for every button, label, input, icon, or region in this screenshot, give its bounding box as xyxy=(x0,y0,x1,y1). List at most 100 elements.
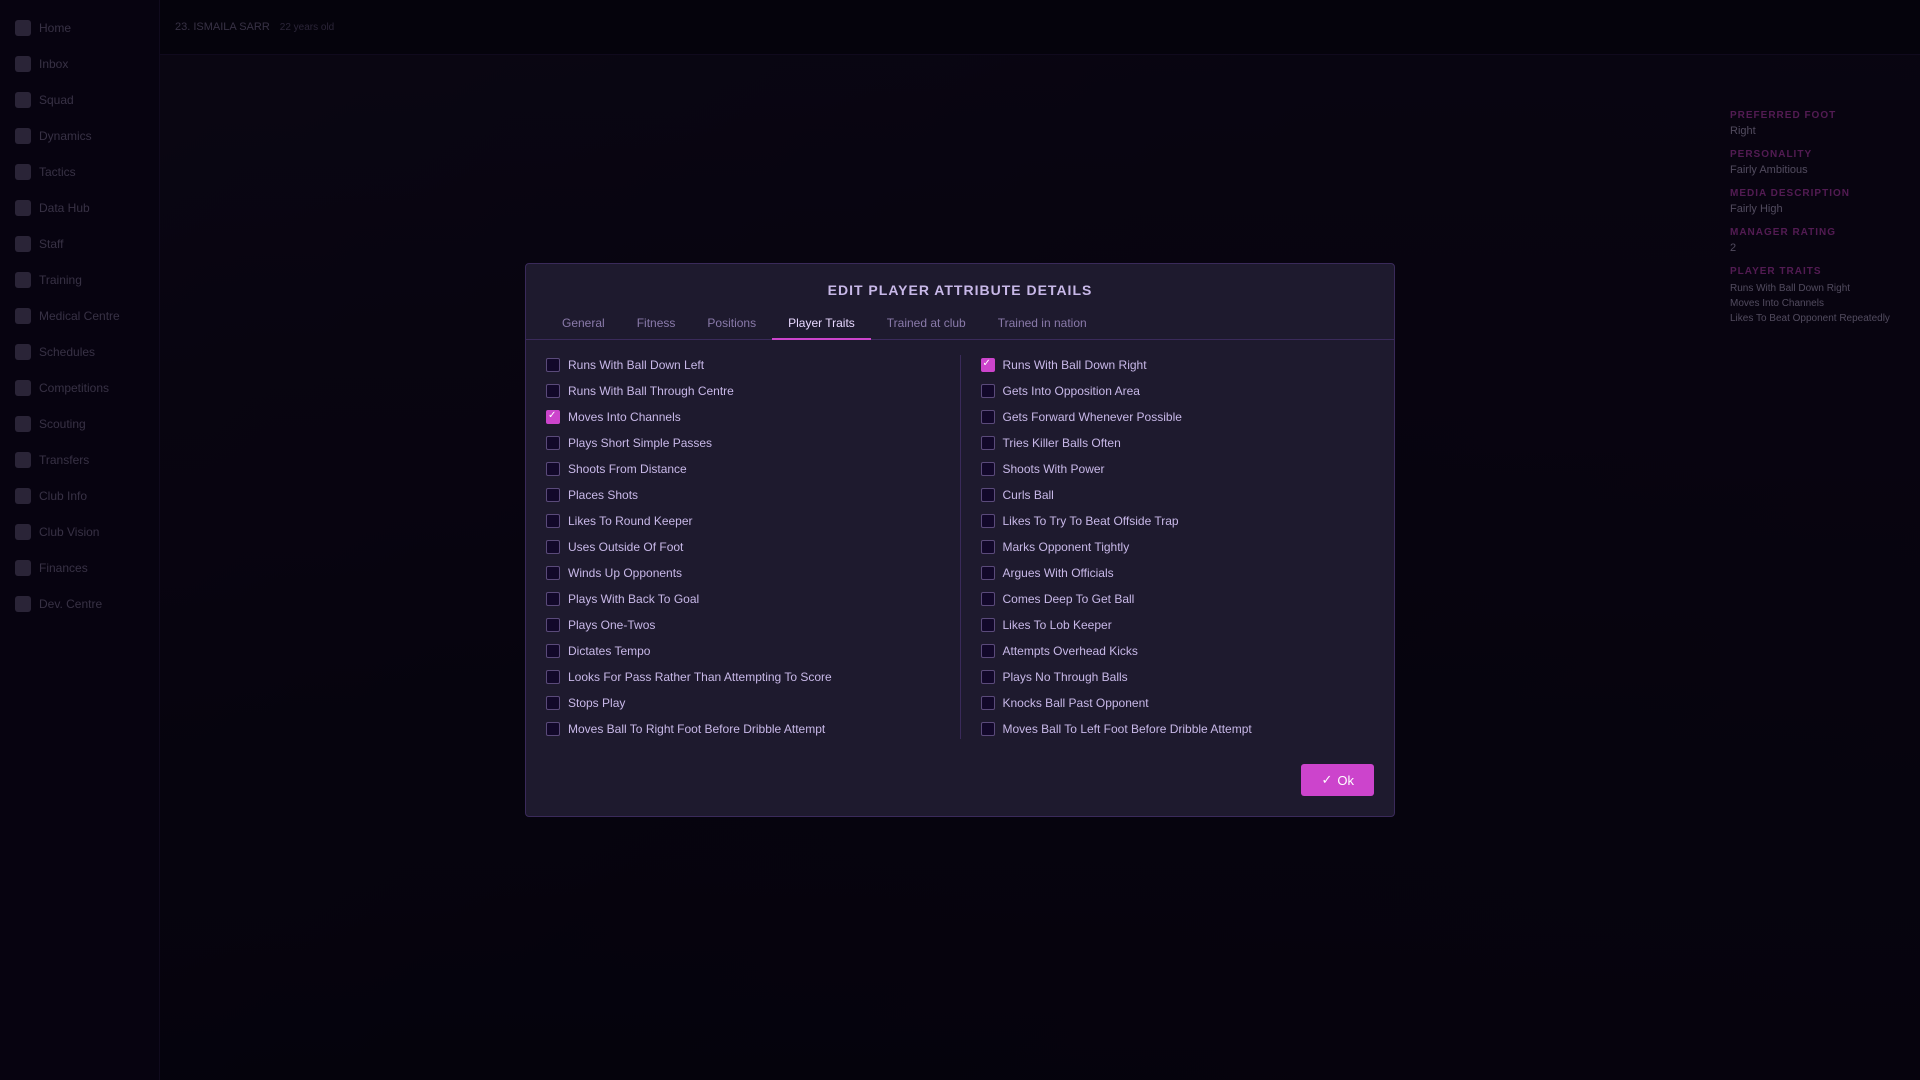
ok-button[interactable]: ✓ Ok xyxy=(1301,764,1374,796)
list-item: Argues With Officials xyxy=(981,563,1375,583)
trait-label-right-gets-into-opposition-area: Gets Into Opposition Area xyxy=(1003,384,1140,398)
list-item: Runs With Ball Down Right xyxy=(981,355,1375,375)
tab-player-traits[interactable]: Player Traits xyxy=(772,308,871,340)
modal-backdrop: EDIT PLAYER ATTRIBUTE DETAILS General Fi… xyxy=(0,0,1920,1080)
checkbox-left-runs-ball-through-centre[interactable] xyxy=(546,384,560,398)
trait-label-left-runs-ball-down-left: Runs With Ball Down Left xyxy=(568,358,704,372)
checkbox-left-plays-with-back-to-goal[interactable] xyxy=(546,592,560,606)
list-item: Moves Into Channels xyxy=(546,407,940,427)
trait-label-right-argues-with-officials: Argues With Officials xyxy=(1003,566,1114,580)
list-item: Plays No Through Balls xyxy=(981,667,1375,687)
trait-label-left-places-shots: Places Shots xyxy=(568,488,638,502)
checkbox-right-shoots-with-power[interactable] xyxy=(981,462,995,476)
checkbox-right-gets-into-opposition-area[interactable] xyxy=(981,384,995,398)
checkbox-left-likes-to-round-keeper[interactable] xyxy=(546,514,560,528)
list-item: Plays With Back To Goal xyxy=(546,589,940,609)
list-item: Attempts Overhead Kicks xyxy=(981,641,1375,661)
checkbox-right-knocks-ball-past-opponent[interactable] xyxy=(981,696,995,710)
trait-label-right-likes-to-lob-keeper: Likes To Lob Keeper xyxy=(1003,618,1112,632)
list-item: Likes To Try To Beat Offside Trap xyxy=(981,511,1375,531)
checkbox-left-places-shots[interactable] xyxy=(546,488,560,502)
trait-label-right-likes-to-try-beat-offside-trap: Likes To Try To Beat Offside Trap xyxy=(1003,514,1179,528)
checkbox-right-curls-ball[interactable] xyxy=(981,488,995,502)
checkbox-left-stops-play[interactable] xyxy=(546,696,560,710)
trait-label-left-moves-ball-right-foot: Moves Ball To Right Foot Before Dribble … xyxy=(568,722,825,736)
list-item: Shoots With Power xyxy=(981,459,1375,479)
trait-label-right-knocks-ball-past-opponent: Knocks Ball Past Opponent xyxy=(1003,696,1149,710)
checkbox-right-likes-to-lob-keeper[interactable] xyxy=(981,618,995,632)
list-item: Marks Opponent Tightly xyxy=(981,537,1375,557)
trait-label-left-dictates-tempo: Dictates Tempo xyxy=(568,644,650,658)
checkbox-right-comes-deep-to-get-ball[interactable] xyxy=(981,592,995,606)
trait-label-left-uses-outside-of-foot: Uses Outside Of Foot xyxy=(568,540,683,554)
tab-trained-in-nation[interactable]: Trained in nation xyxy=(982,308,1103,340)
list-item: Places Shots xyxy=(546,485,940,505)
checkbox-left-moves-ball-right-foot[interactable] xyxy=(546,722,560,736)
list-item: Gets Into Opposition Area xyxy=(981,381,1375,401)
list-item: Looks For Pass Rather Than Attempting To… xyxy=(546,667,940,687)
list-item: Runs With Ball Down Left xyxy=(546,355,940,375)
checkbox-right-marks-opponent-tightly[interactable] xyxy=(981,540,995,554)
checkbox-right-plays-no-through-balls[interactable] xyxy=(981,670,995,684)
list-item: Tries Killer Balls Often xyxy=(981,433,1375,453)
checkbox-left-moves-into-channels[interactable] xyxy=(546,410,560,424)
checkbox-right-runs-ball-down-right[interactable] xyxy=(981,358,995,372)
list-item: Dictates Tempo xyxy=(546,641,940,661)
list-item: Shoots From Distance xyxy=(546,459,940,479)
list-item: Winds Up Opponents xyxy=(546,563,940,583)
list-item: Runs With Ball Through Centre xyxy=(546,381,940,401)
checkbox-right-tries-killer-balls-often[interactable] xyxy=(981,436,995,450)
column-divider xyxy=(960,355,961,739)
trait-label-right-shoots-with-power: Shoots With Power xyxy=(1003,462,1105,476)
ok-checkmark-icon: ✓ xyxy=(1321,772,1332,788)
trait-label-left-plays-one-twos: Plays One-Twos xyxy=(568,618,655,632)
checkbox-right-gets-forward-whenever-possible[interactable] xyxy=(981,410,995,424)
trait-label-right-runs-ball-down-right: Runs With Ball Down Right xyxy=(1003,358,1147,372)
checkbox-left-shoots-from-distance[interactable] xyxy=(546,462,560,476)
checkbox-right-likes-to-try-beat-offside-trap[interactable] xyxy=(981,514,995,528)
list-item: Likes To Round Keeper xyxy=(546,511,940,531)
checkbox-right-moves-ball-left-foot[interactable] xyxy=(981,722,995,736)
tab-positions[interactable]: Positions xyxy=(691,308,772,340)
trait-label-left-winds-up-opponents: Winds Up Opponents xyxy=(568,566,682,580)
checkbox-left-uses-outside-of-foot[interactable] xyxy=(546,540,560,554)
tab-fitness[interactable]: Fitness xyxy=(621,308,692,340)
checkbox-left-winds-up-opponents[interactable] xyxy=(546,566,560,580)
checkbox-left-runs-ball-down-left[interactable] xyxy=(546,358,560,372)
checkbox-right-attempts-overhead-kicks[interactable] xyxy=(981,644,995,658)
modal-footer: ✓ Ok xyxy=(526,754,1394,796)
trait-label-left-plays-with-back-to-goal: Plays With Back To Goal xyxy=(568,592,699,606)
checkbox-left-plays-one-twos[interactable] xyxy=(546,618,560,632)
modal-body: Runs With Ball Down Left Runs With Ball T… xyxy=(526,340,1394,754)
list-item: Plays Short Simple Passes xyxy=(546,433,940,453)
trait-label-left-likes-to-round-keeper: Likes To Round Keeper xyxy=(568,514,693,528)
list-item: Knocks Ball Past Opponent xyxy=(981,693,1375,713)
list-item: Gets Forward Whenever Possible xyxy=(981,407,1375,427)
tab-trained-at-club[interactable]: Trained at club xyxy=(871,308,982,340)
list-item: Uses Outside Of Foot xyxy=(546,537,940,557)
trait-label-right-comes-deep-to-get-ball: Comes Deep To Get Ball xyxy=(1003,592,1135,606)
checkbox-right-argues-with-officials[interactable] xyxy=(981,566,995,580)
trait-label-right-tries-killer-balls-often: Tries Killer Balls Often xyxy=(1003,436,1121,450)
trait-label-left-shoots-from-distance: Shoots From Distance xyxy=(568,462,687,476)
tab-general[interactable]: General xyxy=(546,308,621,340)
list-item: Likes To Lob Keeper xyxy=(981,615,1375,635)
edit-player-attributes-modal: EDIT PLAYER ATTRIBUTE DETAILS General Fi… xyxy=(525,263,1395,817)
trait-label-left-looks-for-pass: Looks For Pass Rather Than Attempting To… xyxy=(568,670,832,684)
modal-title: EDIT PLAYER ATTRIBUTE DETAILS xyxy=(526,264,1394,308)
checkbox-left-plays-short-simple-passes[interactable] xyxy=(546,436,560,450)
trait-label-right-curls-ball: Curls Ball xyxy=(1003,488,1054,502)
list-item: Moves Ball To Left Foot Before Dribble A… xyxy=(981,719,1375,739)
trait-label-left-runs-ball-through-centre: Runs With Ball Through Centre xyxy=(568,384,734,398)
list-item: Stops Play xyxy=(546,693,940,713)
trait-label-left-plays-short-simple-passes: Plays Short Simple Passes xyxy=(568,436,712,450)
trait-label-right-plays-no-through-balls: Plays No Through Balls xyxy=(1003,670,1128,684)
checkbox-left-looks-for-pass[interactable] xyxy=(546,670,560,684)
list-item: Moves Ball To Right Foot Before Dribble … xyxy=(546,719,940,739)
trait-label-right-attempts-overhead-kicks: Attempts Overhead Kicks xyxy=(1003,644,1138,658)
trait-label-right-moves-ball-left-foot: Moves Ball To Left Foot Before Dribble A… xyxy=(1003,722,1252,736)
list-item: Comes Deep To Get Ball xyxy=(981,589,1375,609)
trait-label-right-marks-opponent-tightly: Marks Opponent Tightly xyxy=(1003,540,1130,554)
trait-label-right-gets-forward-whenever-possible: Gets Forward Whenever Possible xyxy=(1003,410,1182,424)
checkbox-left-dictates-tempo[interactable] xyxy=(546,644,560,658)
